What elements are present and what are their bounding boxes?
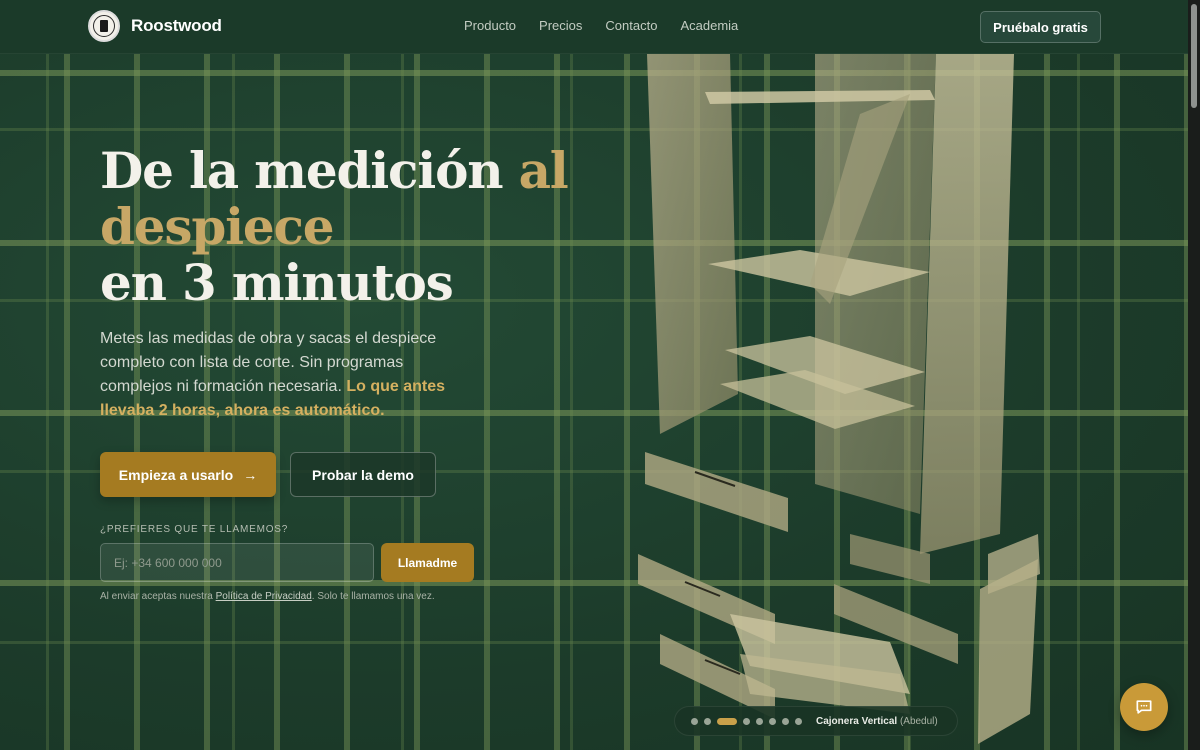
title-part: De la medición [100,141,519,200]
nav-producto[interactable]: Producto [464,18,516,33]
title-highlight: al [518,141,569,200]
hero-title: De la medición al despiece en 3 minutos [100,141,569,312]
phone-input[interactable] [100,543,374,582]
start-using-button[interactable]: Empieza a usarlo → [100,452,276,497]
try-free-button[interactable]: Pruébalo gratis [980,11,1101,43]
carousel-dot[interactable] [743,717,750,725]
scrollbar[interactable] [1188,0,1200,750]
carousel-dot[interactable] [795,717,802,725]
top-navbar: Roostwood Producto Precios Contacto Acad… [0,0,1188,54]
chat-bubble-icon[interactable] [1120,683,1168,731]
carousel-model-name: Cajonera Vertical [816,715,898,727]
scrollbar-thumb[interactable] [1191,4,1197,108]
privacy-note: Al enviar aceptas nuestra Política de Pr… [100,591,435,602]
carousel-label: Cajonera Vertical (Abedul) [816,716,938,727]
carousel-dot[interactable] [691,717,698,725]
privacy-link[interactable]: Política de Privacidad [216,591,312,602]
nav-contacto[interactable]: Contacto [605,18,657,33]
carousel-dot[interactable] [704,717,711,725]
start-using-label: Empieza a usarlo [118,466,234,483]
furniture-3d-render [638,54,1040,744]
nav-precios[interactable]: Precios [539,18,582,33]
model-carousel: Cajonera Vertical (Abedul) [674,706,958,736]
chat-icon [1136,700,1152,714]
main-nav: Producto Precios Contacto Academia [464,18,738,33]
hero-lead: Metes las medidas de obra y sacas el des… [100,327,470,423]
call-me-button[interactable]: Llamadme [381,543,474,582]
try-demo-button[interactable]: Probar la demo [290,452,436,497]
carousel-dot-active[interactable] [717,717,737,725]
nav-academia[interactable]: Academia [680,18,738,33]
logo-icon[interactable] [88,10,120,42]
carousel-dot[interactable] [782,717,789,725]
carousel-model-material: (Abedul) [899,715,938,727]
arrow-right-icon: → [243,466,258,483]
privacy-text: Al enviar aceptas nuestra [100,591,216,602]
title-highlight-2: despiece [100,197,335,256]
carousel-dot[interactable] [769,717,776,725]
carousel-dot[interactable] [756,717,763,725]
callback-label: ¿PREFIERES QUE TE LLAMEMOS? [100,524,289,535]
brand-name[interactable]: Roostwood [131,16,222,36]
title-line-3: en 3 minutos [100,253,454,312]
privacy-text-end: . Solo te llamamos una vez. [311,591,435,602]
